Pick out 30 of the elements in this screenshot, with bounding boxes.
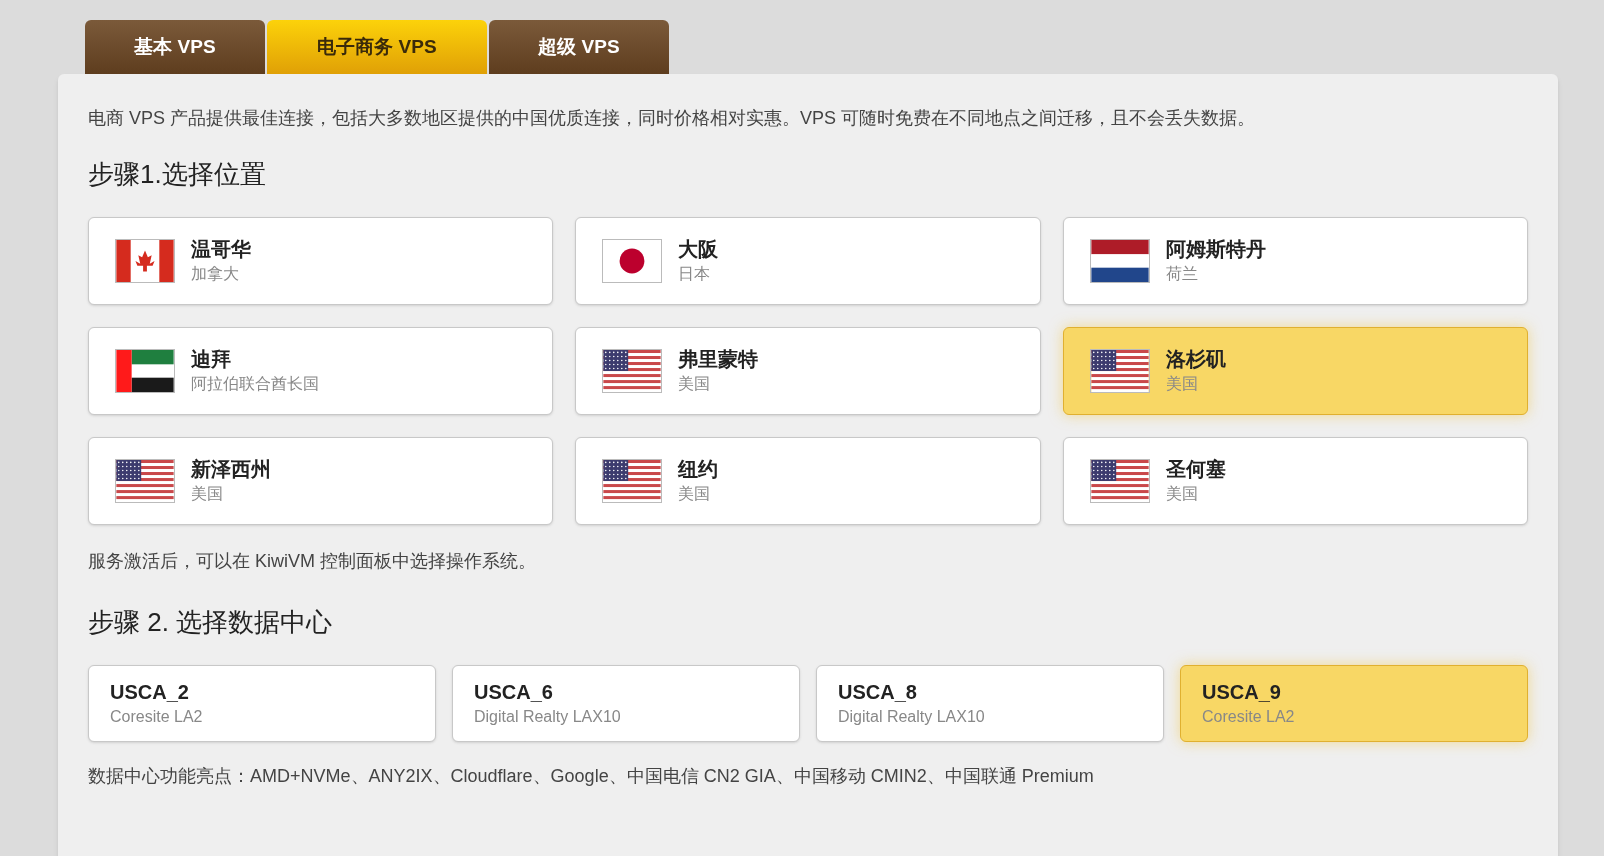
usa-flag-icon — [602, 349, 663, 393]
note-text: 服务激活后，可以在 KiwiVM 控制面板中选择操作系统。 — [88, 550, 537, 573]
location-card[interactable]: 纽约 美国 — [575, 437, 1041, 525]
location-card[interactable]: 温哥华 加拿大 — [88, 217, 554, 305]
location-card[interactable]: 迪拜 阿拉伯联合酋长国 — [88, 327, 554, 415]
location-card[interactable]: 阿姆斯特丹 荷兰 — [1062, 217, 1528, 305]
location-card[interactable]: 洛杉矶 美国 — [1062, 327, 1528, 415]
usa-flag-icon — [115, 459, 175, 503]
usa-flag-icon — [1089, 459, 1150, 503]
tab[interactable]: 基本 VPS — [85, 20, 265, 74]
step-heading: 步骤1.选择位置 — [88, 158, 267, 191]
description-text: 电商 VPS 产品提供最佳连接，包括大多数地区提供的中国优质连接，同时价格相对实惠。VPS 可随时免费在不同地点之间迁移，且不会丢失数据。 — [88, 107, 1257, 130]
tab[interactable]: 电子商务 VPS — [267, 20, 487, 74]
datacenter-card[interactable]: USCA_6 Digital Realty LAX10 — [452, 665, 800, 742]
usa-flag-icon — [602, 459, 663, 503]
location-card[interactable]: 圣何塞 美国 — [1062, 437, 1528, 525]
datacenter-card[interactable]: USCA_9 Coresite LA2 — [1180, 665, 1528, 742]
usa-flag-icon — [1089, 349, 1150, 393]
datacenter-card[interactable]: USCA_2 Coresite LA2 — [88, 665, 436, 742]
canada-flag-icon — [115, 239, 175, 283]
uae-flag-icon — [115, 349, 175, 393]
features-text: 数据中心功能亮点：AMD+NVMe、ANY2IX、Cloudflare、Google、中国电信 CN2 GIA、中国移动 CMIN2、中国联通 Premium — [88, 765, 1095, 788]
netherlands-flag-icon — [1089, 239, 1150, 283]
location-card[interactable]: 新泽西州 美国 — [88, 437, 554, 525]
tab[interactable]: 超级 VPS — [489, 20, 669, 74]
datacenter-card[interactable]: USCA_8 Digital Realty LAX10 — [816, 665, 1164, 742]
japan-flag-icon — [602, 239, 663, 283]
location-card[interactable]: 弗里蒙特 美国 — [575, 327, 1041, 415]
step-heading: 步骤 2. 选择数据中心 — [88, 606, 334, 639]
location-card[interactable]: 大阪 日本 — [575, 217, 1041, 305]
